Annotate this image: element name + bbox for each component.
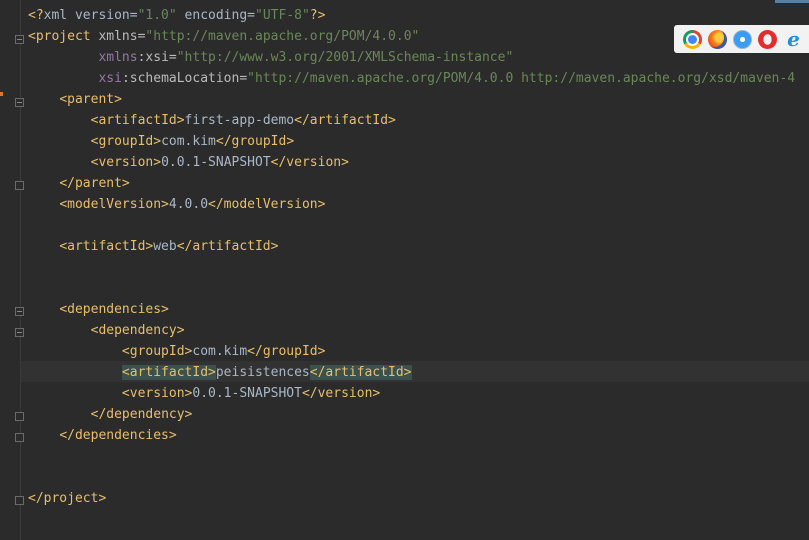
code-line[interactable]: <?xml version="1.0" encoding="UTF-8"?>	[28, 5, 325, 26]
code-token: <artifactId>	[121, 365, 216, 380]
opera-icon[interactable]	[758, 29, 777, 49]
code-token: :schemaLocation=	[121, 71, 248, 86]
code-line[interactable]: <parent>	[28, 89, 122, 110]
code-token: xmlns	[98, 50, 138, 65]
code-token: </version>	[270, 155, 349, 170]
code-token: <artifactId>	[90, 113, 185, 128]
fold-toggle-dependencies[interactable]	[15, 307, 24, 316]
code-line[interactable]: <version>0.0.1-SNAPSHOT</version>	[28, 152, 349, 173]
code-line[interactable]: <artifactId>first-app-demo</artifactId>	[28, 110, 396, 131]
code-line[interactable]: <groupId>com.kim</groupId>	[28, 341, 326, 362]
code-token: com.kim	[161, 134, 216, 149]
firefox-icon[interactable]	[708, 29, 727, 49]
code-token: </groupId>	[247, 344, 326, 359]
code-token: </artifactId>	[294, 113, 396, 128]
code-token: <parent>	[59, 92, 122, 107]
change-marker	[0, 92, 3, 96]
code-token: "http://www.w3.org/2001/XMLSchema-instan…	[176, 50, 514, 65]
code-line[interactable]: </dependency>	[28, 404, 193, 425]
safari-icon[interactable]	[733, 29, 752, 49]
code-token: 4.0.0	[168, 197, 209, 212]
fold-end-project[interactable]	[15, 496, 24, 505]
code-token: </dependency>	[90, 407, 193, 422]
code-token: encoding=	[176, 8, 255, 23]
code-token: <project	[28, 29, 99, 44]
code-token: <version>	[90, 155, 162, 170]
code-line[interactable]: xsi:schemaLocation="http://maven.apache.…	[28, 68, 795, 89]
fold-toggle-dependency[interactable]	[15, 328, 24, 337]
code-line[interactable]: <version>0.0.1-SNAPSHOT</version>	[28, 383, 380, 404]
code-token: </project>	[28, 491, 107, 506]
code-token: "UTF-8"	[255, 8, 310, 23]
code-token: <modelVersion>	[59, 197, 169, 212]
code-token: <version>	[121, 386, 193, 401]
code-line[interactable]: </parent>	[28, 173, 130, 194]
fold-end-dependencies[interactable]	[15, 433, 24, 442]
ie-icon[interactable]: e	[783, 27, 804, 51]
code-token: <artifactId>	[59, 239, 154, 254]
code-token: <dependencies>	[59, 302, 169, 317]
code-token: </modelVersion>	[208, 197, 326, 212]
fold-toggle-project[interactable]	[15, 35, 24, 44]
code-token: "1.0"	[137, 8, 177, 23]
code-line[interactable]: </project>	[28, 488, 106, 509]
code-line[interactable]: <project xmlns="http://maven.apache.org/…	[28, 26, 419, 47]
browser-preview-toolbar: e	[674, 25, 809, 53]
code-token: </version>	[301, 386, 381, 401]
code-token: peisistences	[215, 365, 310, 380]
code-token: :xsi=	[137, 50, 177, 65]
code-token: xml version=	[43, 8, 138, 23]
code-token: </dependencies>	[59, 428, 177, 443]
code-line[interactable]: <modelVersion>4.0.0</modelVersion>	[28, 194, 325, 215]
code-token: </artifactId>	[309, 365, 412, 380]
code-token: ?>	[309, 8, 326, 23]
code-line[interactable]: <artifactId>web</artifactId>	[28, 236, 278, 257]
editor-gutter[interactable]	[0, 0, 21, 540]
chrome-icon[interactable]	[683, 29, 702, 49]
code-token: </groupId>	[215, 134, 295, 149]
code-line[interactable]: xmlns:xsi="http://www.w3.org/2001/XMLSch…	[28, 47, 513, 68]
code-token: web	[153, 239, 177, 254]
window-edge-stripe	[775, 0, 809, 3]
code-line[interactable]: </dependencies>	[28, 425, 177, 446]
code-token: "http://maven.apache.org/POM/4.0.0 http:…	[247, 71, 796, 86]
code-editor[interactable]: <?xml version="1.0" encoding="UTF-8"?> <p…	[0, 0, 809, 540]
fold-end-parent[interactable]	[15, 181, 24, 190]
code-token: xsi	[98, 71, 122, 86]
code-token: <dependency>	[90, 323, 185, 338]
code-line[interactable]: <dependencies>	[28, 299, 169, 320]
code-line[interactable]: <groupId>com.kim</groupId>	[28, 131, 295, 152]
code-token: xmlns=	[98, 29, 146, 44]
code-token: "http://maven.apache.org/POM/4.0.0"	[145, 29, 420, 44]
code-token: <?	[28, 8, 44, 23]
code-token: </artifactId>	[176, 239, 279, 254]
code-token: <groupId>	[121, 344, 193, 359]
code-token: 0.0.1-SNAPSHOT	[161, 155, 271, 170]
code-token: </parent>	[59, 176, 130, 191]
code-line[interactable]: <dependency>	[28, 320, 185, 341]
fold-end-dependency[interactable]	[15, 412, 24, 421]
code-token: <groupId>	[90, 134, 162, 149]
code-token: 0.0.1-SNAPSHOT	[192, 386, 302, 401]
code-line[interactable]: <artifactId>peisistences</artifactId>	[28, 362, 412, 383]
code-token: com.kim	[192, 344, 248, 359]
code-token: first-app-demo	[184, 113, 295, 128]
fold-toggle-parent[interactable]	[15, 98, 24, 107]
